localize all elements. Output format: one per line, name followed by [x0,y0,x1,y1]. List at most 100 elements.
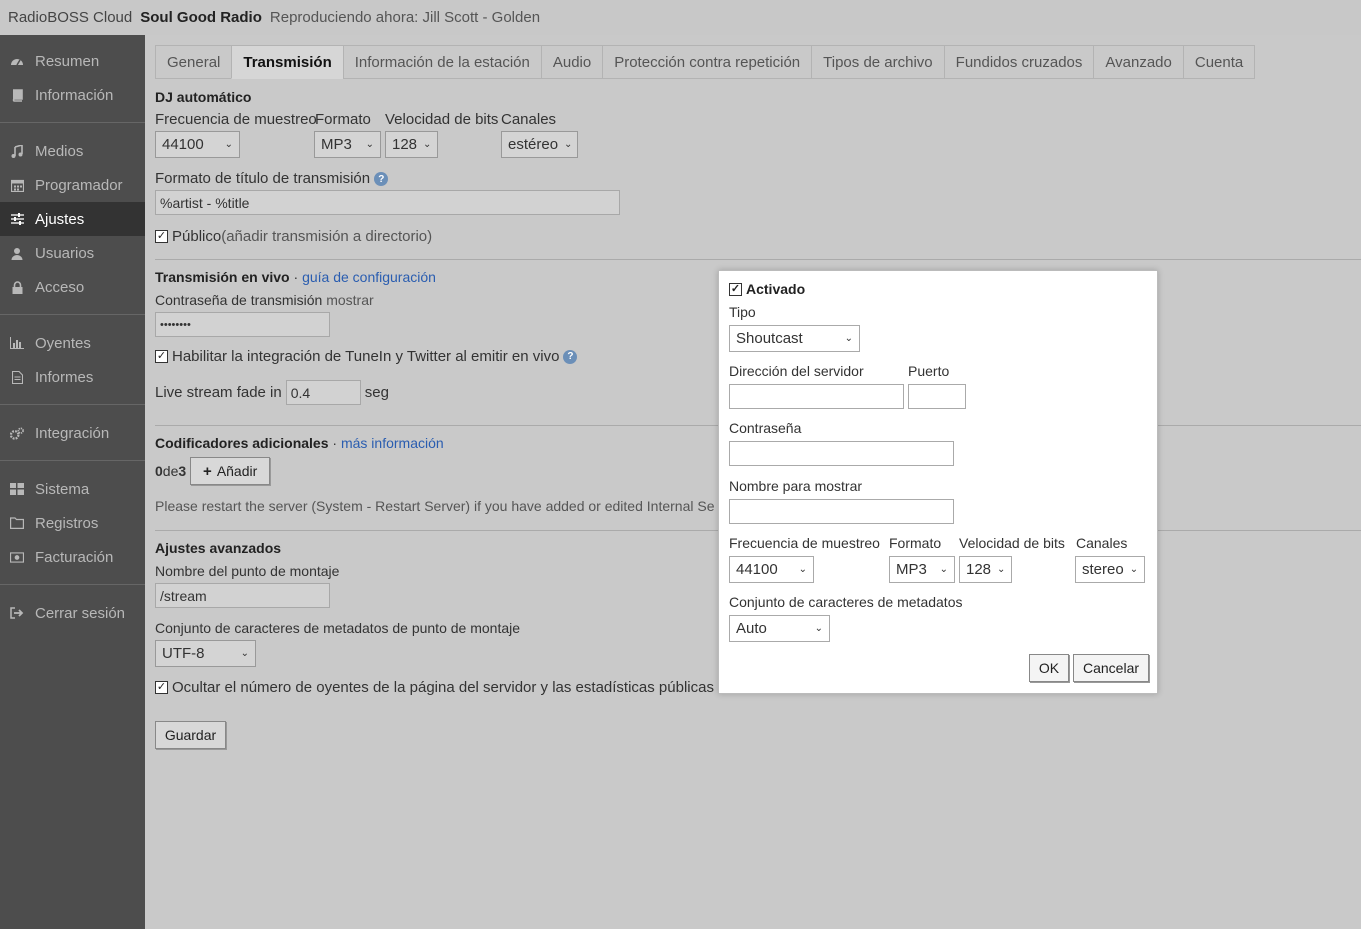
dialog-format-select[interactable]: MP3 ⌄ [889,556,955,583]
server-input[interactable] [729,384,904,409]
port-label: Puerto [908,363,950,379]
mount-label: Nombre del punto de montaje [155,563,340,579]
title-format-input[interactable]: %artist - %title [155,190,620,215]
display-name-input[interactable] [729,499,954,524]
enabled-checkbox[interactable]: ✓ [729,282,742,296]
encoders-count: 0 [155,463,163,479]
selected-value: Auto [736,620,767,637]
sidebar-item-oyentes[interactable]: Oyentes [0,326,145,360]
tab-transmision[interactable]: Transmisión [231,45,343,79]
autodj-bitrate-label: Velocidad de bits [385,111,499,128]
autodj-channels-label: Canales [501,111,557,128]
sidebar-item-integracion[interactable]: Integración [0,416,145,450]
live-password-label: Contraseña de transmisión [155,292,323,308]
public-checkbox[interactable]: ✓ [155,230,168,243]
sidebar-item-informes[interactable]: Informes [0,360,145,394]
mount-input[interactable]: /stream [155,583,330,608]
top-bar: RadioBOSS Cloud Soul Good Radio Reproduc… [0,0,1361,35]
charset-select[interactable]: UTF-8 ⌄ [155,640,256,667]
sidebar-item-medios[interactable]: Medios [0,134,145,168]
autodj-channels-select[interactable]: estéreo ⌄ [501,131,578,158]
fade-input[interactable]: 0.4 [285,380,361,405]
sidebar-item-facturacion[interactable]: Facturación [0,540,145,574]
chevron-down-icon: ⌄ [240,648,249,659]
type-select[interactable]: Shoutcast ⌄ [729,325,860,352]
ok-button[interactable]: OK [1029,654,1069,682]
live-heading-row: Transmisión en vivo · guía de configurac… [155,269,436,285]
selected-value: Shoutcast [736,330,803,347]
dialog-channels-label: Canales [1076,535,1128,551]
sidebar-item-ajustes[interactable]: Ajustes [0,202,145,236]
sidebar-item-acceso[interactable]: Acceso [0,270,145,304]
tab-informacion-estacion[interactable]: Información de la estación [342,45,541,79]
chevron-down-icon: ⌄ [1129,564,1139,575]
encoders-of: de [162,463,179,479]
sidebar-item-registros[interactable]: Registros [0,506,145,540]
dialog-channels-select[interactable]: stereo ⌄ [1075,556,1145,583]
tab-tipos-archivo[interactable]: Tipos de archivo [811,45,944,79]
tab-avanzado[interactable]: Avanzado [1093,45,1183,79]
hide-listeners-checkbox[interactable]: ✓ [155,681,168,694]
sidebar-item-informacion[interactable]: Información [0,78,145,112]
tunein-checkbox[interactable]: ✓ [155,350,168,363]
help-icon[interactable]: ? [563,349,578,364]
dialog-sample-rate-select[interactable]: 44100 ⌄ [729,556,814,583]
save-button[interactable]: Guardar [155,721,226,749]
sidebar-divider [0,460,145,461]
autodj-bitrate-select[interactable]: 128 ⌄ [385,131,438,158]
sidebar-item-label: Programador [35,176,123,194]
sidebar-item-sistema[interactable]: Sistema [0,472,145,506]
selected-value: 44100 [736,561,778,578]
sidebar-item-programador[interactable]: Programador [0,168,145,202]
more-info-link[interactable]: más información [341,435,444,451]
calendar-icon [10,178,24,192]
chevron-down-icon: ⌄ [224,139,233,150]
sidebar-item-cerrar-sesion[interactable]: Cerrar sesión [0,596,145,630]
dialog-charset-select[interactable]: Auto ⌄ [729,615,830,642]
sidebar-item-label: Medios [35,142,84,160]
chevron-down-icon: ⌄ [844,333,853,344]
settings-tabs: General Transmisión Información de la es… [155,45,1256,79]
setup-guide-link[interactable]: guía de configuración [302,269,436,285]
sidebar-divider [0,584,145,585]
selected-value: 128 [966,561,992,578]
show-password-link[interactable]: mostrar [322,292,373,308]
cogs-icon [10,426,24,440]
enabled-label: Activado [746,281,806,297]
add-encoder-button[interactable]: + Añadir [190,457,271,485]
sidebar-item-usuarios[interactable]: Usuarios [0,236,145,270]
app-brand: RadioBOSS Cloud [8,9,133,26]
server-label: Dirección del servidor [729,363,864,379]
fade-unit: seg [364,384,389,401]
dialog-format-label: Formato [889,535,942,551]
tab-general[interactable]: General [155,45,232,79]
public-row: ✓ Público (añadir transmisión a director… [155,228,432,245]
live-password-input[interactable]: •••••••• [155,312,330,337]
autodj-sample-rate-label: Frecuencia de muestreo [155,111,317,128]
hide-listeners-row: ✓ Ocultar el número de oyentes de la pág… [155,679,714,696]
cancel-button[interactable]: Cancelar [1073,654,1149,682]
sidebar-item-label: Usuarios [35,244,95,262]
port-input[interactable] [908,384,966,409]
tab-audio[interactable]: Audio [540,45,603,79]
autodj-sample-rate-select[interactable]: 44100 ⌄ [155,131,240,158]
dialog-bitrate-select[interactable]: 128 ⌄ [959,556,1012,583]
encoders-heading: Codificadores adicionales [155,435,329,451]
sidebar-item-label: Acceso [35,278,85,296]
advanced-heading: Ajustes avanzados [155,540,282,556]
dialog-bitrate-label: Velocidad de bits [959,535,1065,551]
autodj-format-select[interactable]: MP3 ⌄ [314,131,381,158]
help-icon[interactable]: ? [374,172,389,187]
dialog-charset-label: Conjunto de caracteres de metadatos [729,594,963,610]
tab-cuenta[interactable]: Cuenta [1182,45,1256,79]
sidebar-item-resumen[interactable]: Resumen [0,44,145,78]
tunein-label: Habilitar la integración de TuneIn y Twi… [172,348,560,365]
sidebar-item-label: Informes [35,368,94,386]
chevron-down-icon: ⌄ [939,564,948,575]
dialog-password-input[interactable] [729,441,954,466]
sidebar-item-label: Registros [35,514,99,532]
chevron-down-icon: ⌄ [423,139,432,150]
dialog-sample-rate-label: Frecuencia de muestreo [729,535,880,551]
tab-fundidos-cruzados[interactable]: Fundidos cruzados [943,45,1094,79]
tab-proteccion-repeticion[interactable]: Protección contra repetición [602,45,812,79]
